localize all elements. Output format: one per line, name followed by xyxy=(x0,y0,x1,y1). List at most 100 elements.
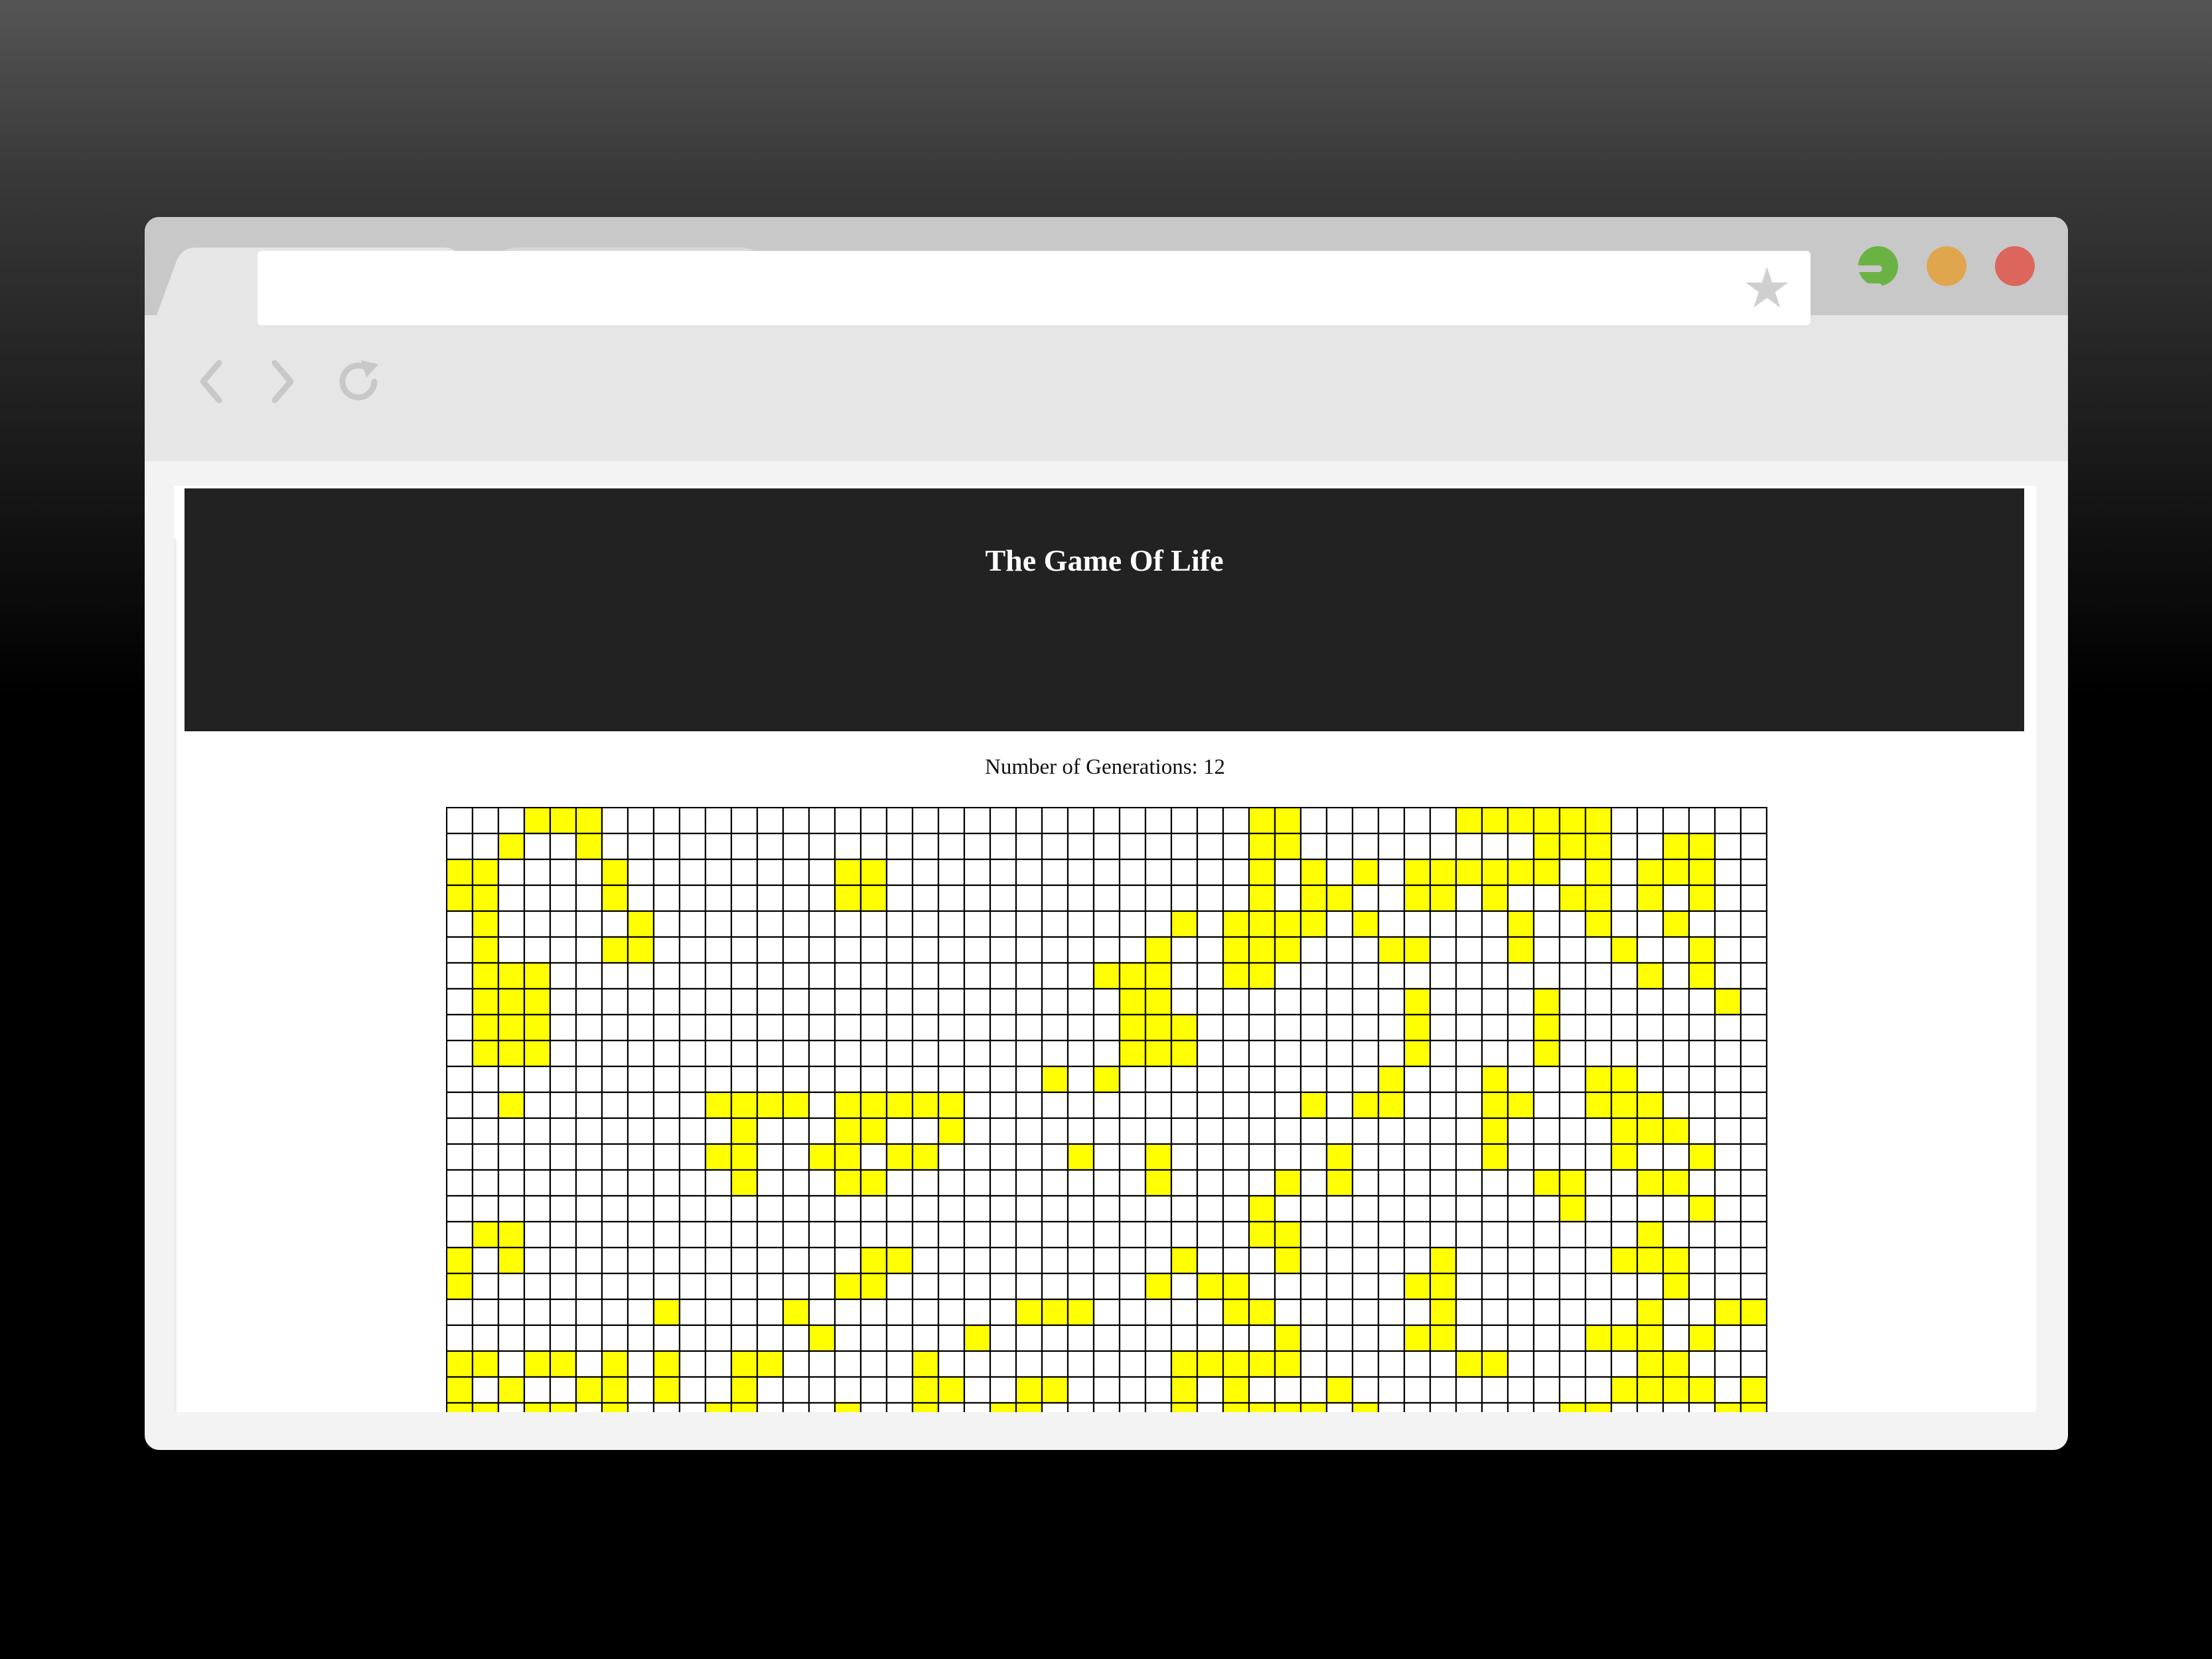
cell-dead[interactable] xyxy=(1067,1013,1095,1042)
cell-dead[interactable] xyxy=(1067,936,1095,964)
cell-dead[interactable] xyxy=(1429,1350,1457,1378)
cell-dead[interactable] xyxy=(1610,832,1639,861)
cell-alive[interactable] xyxy=(1118,1013,1147,1042)
cell-dead[interactable] xyxy=(756,1246,784,1275)
cell-dead[interactable] xyxy=(1584,1194,1613,1223)
cell-dead[interactable] xyxy=(782,1324,810,1352)
cell-dead[interactable] xyxy=(859,1039,888,1068)
cell-dead[interactable] xyxy=(1739,962,1768,990)
cell-dead[interactable] xyxy=(678,1013,707,1042)
cell-dead[interactable] xyxy=(782,1350,810,1378)
cell-dead[interactable] xyxy=(834,1324,862,1352)
cell-dead[interactable] xyxy=(627,1324,655,1352)
cell-dead[interactable] xyxy=(885,1298,914,1327)
cell-dead[interactable] xyxy=(963,1143,992,1171)
cell-dead[interactable] xyxy=(1041,987,1069,1016)
cell-alive[interactable] xyxy=(1377,936,1406,964)
cell-alive[interactable] xyxy=(1688,1143,1716,1171)
cell-alive[interactable] xyxy=(1299,884,1328,912)
cell-dead[interactable] xyxy=(1274,1272,1302,1301)
cell-dead[interactable] xyxy=(834,987,862,1016)
cell-alive[interactable] xyxy=(1584,858,1613,887)
cell-dead[interactable] xyxy=(1377,1194,1406,1223)
cell-dead[interactable] xyxy=(859,1013,888,1042)
cell-dead[interactable] xyxy=(1092,1117,1121,1145)
cell-dead[interactable] xyxy=(1377,884,1406,912)
cell-alive[interactable] xyxy=(446,1376,474,1404)
cell-alive[interactable] xyxy=(937,1117,966,1145)
cell-dead[interactable] xyxy=(1170,1324,1199,1352)
cell-dead[interactable] xyxy=(497,1402,526,1412)
cell-dead[interactable] xyxy=(627,1376,655,1404)
cell-dead[interactable] xyxy=(808,1169,836,1197)
cell-dead[interactable] xyxy=(1325,1220,1354,1249)
cell-dead[interactable] xyxy=(1688,1220,1716,1249)
cell-dead[interactable] xyxy=(1144,1350,1173,1378)
cell-dead[interactable] xyxy=(1636,1194,1664,1223)
cell-dead[interactable] xyxy=(1092,1350,1121,1378)
cell-alive[interactable] xyxy=(1067,1298,1095,1327)
cell-dead[interactable] xyxy=(1325,1402,1354,1412)
cell-dead[interactable] xyxy=(704,1194,733,1223)
cell-dead[interactable] xyxy=(1067,1091,1095,1119)
cell-alive[interactable] xyxy=(1144,1272,1173,1301)
cell-dead[interactable] xyxy=(1584,1298,1613,1327)
cell-dead[interactable] xyxy=(678,987,707,1016)
cell-dead[interactable] xyxy=(1636,1272,1664,1301)
cell-alive[interactable] xyxy=(1144,1169,1173,1197)
cell-dead[interactable] xyxy=(1299,807,1328,835)
cell-dead[interactable] xyxy=(1584,1143,1613,1171)
cell-alive[interactable] xyxy=(1688,1324,1716,1352)
cell-dead[interactable] xyxy=(1325,1246,1354,1275)
cell-dead[interactable] xyxy=(1144,1220,1173,1249)
cell-dead[interactable] xyxy=(1507,1194,1535,1223)
cell-dead[interactable] xyxy=(1144,858,1173,887)
cell-dead[interactable] xyxy=(1015,807,1043,835)
cell-dead[interactable] xyxy=(963,1169,992,1197)
cell-dead[interactable] xyxy=(549,1298,577,1327)
cell-dead[interactable] xyxy=(678,884,707,912)
cell-dead[interactable] xyxy=(1118,1246,1147,1275)
cell-alive[interactable] xyxy=(1015,1376,1043,1404)
cell-alive[interactable] xyxy=(1403,858,1432,887)
cell-dead[interactable] xyxy=(756,832,784,861)
cell-dead[interactable] xyxy=(1170,1143,1199,1171)
cell-alive[interactable] xyxy=(1377,1065,1406,1094)
cell-dead[interactable] xyxy=(704,1117,733,1145)
cell-dead[interactable] xyxy=(549,1143,577,1171)
cell-dead[interactable] xyxy=(989,1220,1017,1249)
cell-alive[interactable] xyxy=(1274,936,1302,964)
cell-dead[interactable] xyxy=(575,1220,603,1249)
cell-dead[interactable] xyxy=(1636,832,1664,861)
cell-dead[interactable] xyxy=(756,1194,784,1223)
cell-dead[interactable] xyxy=(575,1013,603,1042)
cell-dead[interactable] xyxy=(1507,1402,1535,1412)
cell-dead[interactable] xyxy=(885,832,914,861)
cell-dead[interactable] xyxy=(523,832,552,861)
cell-dead[interactable] xyxy=(471,807,500,835)
cell-dead[interactable] xyxy=(1015,1246,1043,1275)
cell-dead[interactable] xyxy=(627,1220,655,1249)
cell-dead[interactable] xyxy=(885,807,914,835)
forward-icon[interactable] xyxy=(263,355,303,408)
cell-dead[interactable] xyxy=(1714,858,1742,887)
cell-alive[interactable] xyxy=(1714,987,1742,1016)
cell-dead[interactable] xyxy=(963,1350,992,1378)
cell-dead[interactable] xyxy=(782,884,810,912)
cell-dead[interactable] xyxy=(652,936,681,964)
cell-dead[interactable] xyxy=(549,858,577,887)
cell-alive[interactable] xyxy=(704,1143,733,1171)
cell-dead[interactable] xyxy=(575,1143,603,1171)
cell-dead[interactable] xyxy=(1092,1376,1121,1404)
cell-dead[interactable] xyxy=(1274,1194,1302,1223)
cell-dead[interactable] xyxy=(1196,936,1224,964)
cell-dead[interactable] xyxy=(1196,1039,1224,1068)
cell-dead[interactable] xyxy=(1041,1402,1069,1412)
cell-dead[interactable] xyxy=(859,936,888,964)
cell-dead[interactable] xyxy=(627,1298,655,1327)
cell-dead[interactable] xyxy=(523,1117,552,1145)
cell-alive[interactable] xyxy=(1274,1220,1302,1249)
cell-dead[interactable] xyxy=(989,910,1017,938)
cell-alive[interactable] xyxy=(523,1350,552,1378)
cell-dead[interactable] xyxy=(1455,1039,1483,1068)
